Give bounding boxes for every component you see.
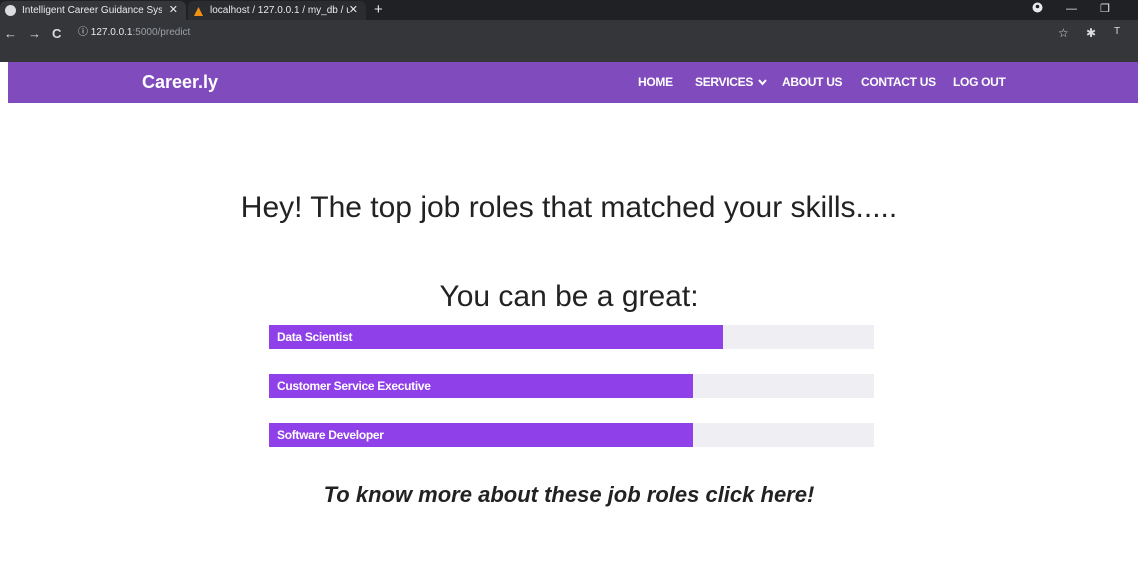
minimize-icon[interactable]: — <box>1066 0 1077 19</box>
back-icon[interactable]: ← <box>4 26 17 41</box>
nav-services[interactable]: SERVICES <box>695 62 767 103</box>
tab-close-icon[interactable]: ✕ <box>169 1 178 20</box>
role-label: Software Developer <box>277 428 384 442</box>
chevron-down-icon <box>758 79 767 86</box>
learn-more-link[interactable]: To know more about these job roles click… <box>0 482 1138 508</box>
page-heading: Hey! The top job roles that matched your… <box>240 191 898 224</box>
profile-avatar[interactable]: T <box>1114 26 1120 37</box>
reload-icon[interactable]: C <box>52 26 61 41</box>
url-path: :5000/predict <box>132 27 191 38</box>
tab-title: Intelligent Career Guidance Syste <box>22 5 162 16</box>
new-tab-button[interactable]: + <box>374 0 383 19</box>
url-host: 127.0.0.1 <box>90 27 133 38</box>
site-navbar: Career.ly HOME SERVICES ABOUT US CONTACT… <box>8 62 1138 103</box>
extensions-icon[interactable]: ✱ <box>1086 26 1096 40</box>
phpmyadmin-icon <box>193 5 204 16</box>
role-label: Data Scientist <box>277 330 353 344</box>
browser-tab-career[interactable]: Intelligent Career Guidance Syste ✕ <box>0 1 186 20</box>
page-subheading: You can be a great: <box>439 280 699 313</box>
globe-icon <box>5 5 16 16</box>
info-icon[interactable]: ⓘ <box>78 27 88 38</box>
site-logo[interactable]: Career.ly <box>142 62 218 103</box>
role-bar-track: Software Developer <box>269 423 874 447</box>
nav-contact-us[interactable]: CONTACT US <box>861 62 936 103</box>
profile-icon[interactable] <box>1032 0 1043 19</box>
role-label: Customer Service Executive <box>277 379 431 393</box>
tab-close-icon[interactable]: ✕ <box>349 1 358 20</box>
role-bar-track: Data Scientist <box>269 325 874 349</box>
browser-tab-strip: Intelligent Career Guidance Syste ✕ loca… <box>0 0 1138 20</box>
browser-tab-phpmyadmin[interactable]: localhost / 127.0.0.1 / my_db / us ✕ <box>188 1 366 20</box>
nav-home[interactable]: HOME <box>638 62 673 103</box>
forward-icon[interactable]: → <box>28 26 41 41</box>
tab-title: localhost / 127.0.0.1 / my_db / us <box>210 5 350 16</box>
address-bar[interactable]: ⓘ 127.0.0.1:5000/predict <box>78 26 190 40</box>
bookmark-star-icon[interactable]: ☆ <box>1058 26 1069 40</box>
nav-services-label: SERVICES <box>695 75 754 89</box>
browser-toolbar: ← → C ⓘ 127.0.0.1:5000/predict ☆ ✱ T <box>0 20 1138 62</box>
role-bar-track: Customer Service Executive <box>269 374 874 398</box>
nav-about-us[interactable]: ABOUT US <box>782 62 843 103</box>
restore-icon[interactable]: ❐ <box>1100 0 1110 19</box>
nav-log-out[interactable]: LOG OUT <box>953 62 1006 103</box>
